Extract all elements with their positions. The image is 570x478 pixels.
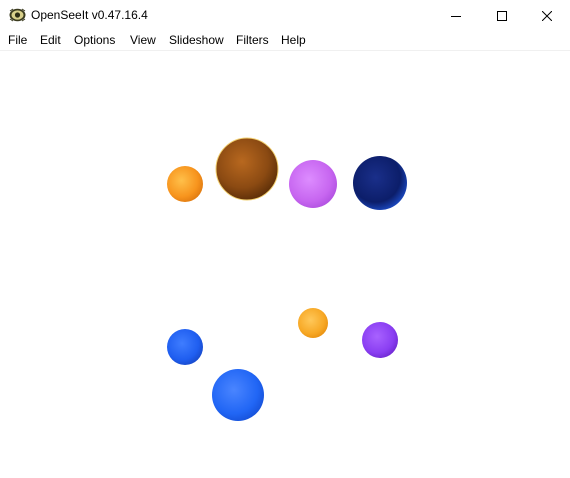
brown-sphere <box>215 137 279 201</box>
menu-bar: File Edit Options View Slideshow Filters… <box>0 31 570 51</box>
title-bar: OpenSeeIt v0.47.16.4 <box>0 0 570 31</box>
purple-sphere <box>362 322 398 358</box>
window-title: OpenSeeIt v0.47.16.4 <box>31 8 148 22</box>
navy-sphere <box>353 156 407 210</box>
maximize-button[interactable] <box>479 0 525 31</box>
orange-small-sphere <box>167 166 203 202</box>
menu-help[interactable]: Help <box>281 33 306 48</box>
menu-edit[interactable]: Edit <box>40 33 61 48</box>
displayed-image <box>167 137 407 421</box>
minimize-button[interactable] <box>433 0 479 31</box>
maximize-icon <box>497 10 507 21</box>
image-viewport[interactable] <box>0 51 570 478</box>
orange-sphere-right <box>298 308 328 338</box>
blue-small-sphere <box>167 329 203 365</box>
app-window: OpenSeeIt v0.47.16.4 File Edit Options V… <box>0 0 570 478</box>
menu-filters[interactable]: Filters <box>236 33 269 48</box>
close-button[interactable] <box>524 0 570 31</box>
menu-view[interactable]: View <box>130 33 156 48</box>
blue-sphere <box>212 369 264 421</box>
close-icon <box>542 10 552 21</box>
openseeit-logo-icon <box>9 8 26 22</box>
menu-slideshow[interactable]: Slideshow <box>169 33 224 48</box>
minimize-icon <box>451 15 461 17</box>
menu-options[interactable]: Options <box>74 33 115 48</box>
menu-file[interactable]: File <box>8 33 27 48</box>
violet-sphere <box>289 160 337 208</box>
